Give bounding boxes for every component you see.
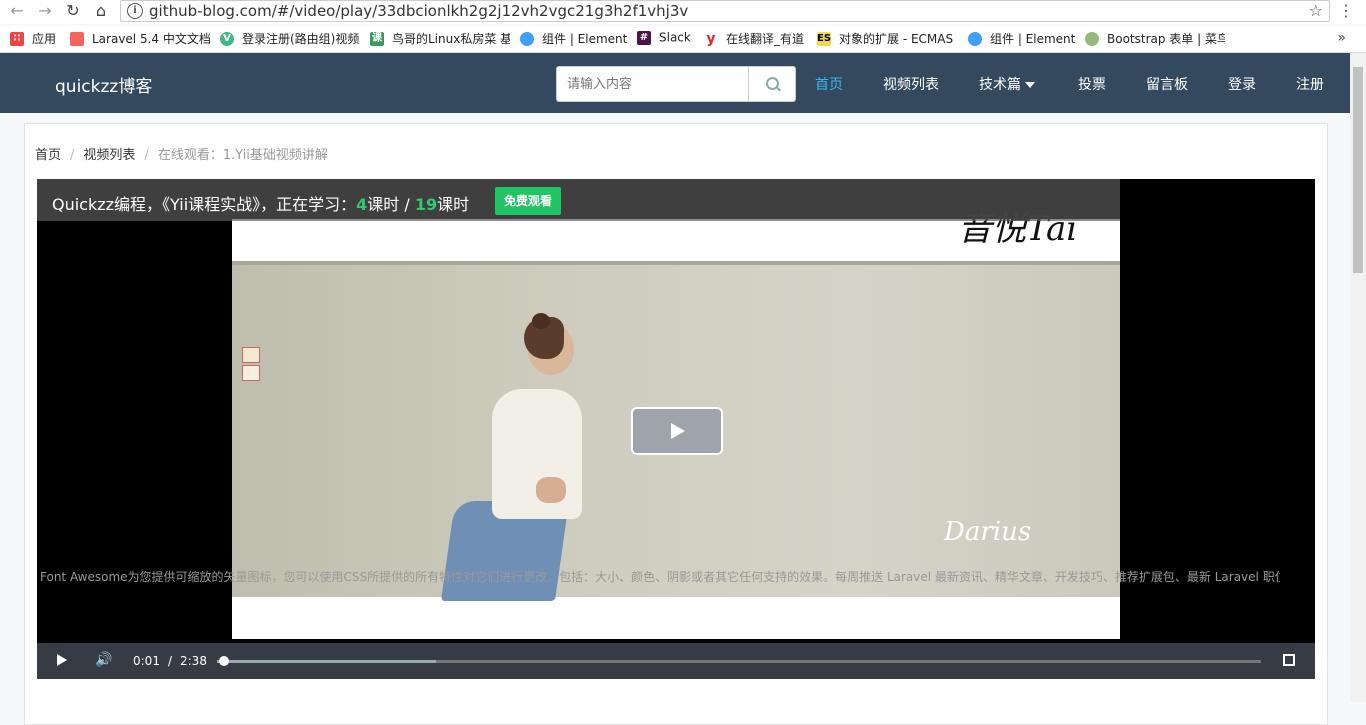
- current-lesson: 4: [356, 195, 368, 214]
- play-icon[interactable]: [57, 654, 67, 666]
- nav-login[interactable]: 登录: [1228, 74, 1256, 94]
- bookmark-label: 鸟哥的Linux私房菜 基: [392, 32, 510, 46]
- course-icon: 课: [370, 31, 384, 46]
- content-panel: 首页 / 视频列表 / 在线观看：1.Yii基础视频讲解 音悦Tai Darius Qu…: [24, 123, 1328, 725]
- total-lessons: 19: [414, 195, 438, 214]
- site-info-icon[interactable]: i: [127, 3, 143, 19]
- bookmark-label: 组件 | Element: [542, 32, 628, 46]
- breadcrumb-current: 在线观看：1.Yii基础视频讲解: [157, 148, 328, 163]
- bookmarks-bar: ∷ 应用 Laravel 5.4 中文文档 V 登录注册(路由组)视频 课鸟哥的Li…: [0, 26, 1366, 53]
- bookmark-label: 对象的扩展 - ECMAS: [839, 32, 954, 46]
- back-arrow-icon[interactable]: ←: [6, 0, 28, 22]
- lesson-unit: 课时 /: [367, 195, 415, 214]
- video-title-prefix: Quickzz编程，《Yii课程实战》，正在学习：: [52, 195, 357, 214]
- bookmark-element[interactable]: 组件 | Element: [520, 30, 630, 48]
- buffer-bar: [217, 660, 437, 663]
- breadcrumb: 首页 / 视频列表 / 在线观看：1.Yii基础视频讲解: [35, 144, 328, 163]
- element-icon: [520, 31, 534, 46]
- time-display: 0:01 / 2:38: [133, 654, 207, 668]
- big-play-button[interactable]: [631, 407, 723, 455]
- nav-register[interactable]: 注册: [1296, 74, 1324, 94]
- figure-body: [492, 389, 582, 519]
- element-icon: [968, 31, 982, 46]
- video-player[interactable]: 音悦Tai Darius Quickzz编程，《Yii课程实战》，正在学习：4课…: [37, 179, 1315, 679]
- browser-toolbar: ← → ↻ ⌂ i github-blog.com/#/video/play/3…: [0, 0, 1366, 24]
- caret-down-icon: [1025, 82, 1035, 88]
- bookmark-vue[interactable]: V 登录注册(路由组)视频: [220, 30, 360, 48]
- bookmark-label: 在线翻译_有道: [726, 32, 805, 46]
- bookmark-star-icon[interactable]: ☆: [1309, 1, 1323, 20]
- site-brand[interactable]: quickzz博客: [55, 72, 152, 97]
- vue-icon: V: [220, 31, 234, 46]
- video-title-bar: Quickzz编程，《Yii课程实战》，正在学习：4课时 / 19课时 免费观看: [37, 179, 1120, 221]
- laravel-icon: [70, 31, 84, 46]
- forward-arrow-icon[interactable]: →: [34, 0, 56, 22]
- nav-tech-label: 技术篇: [979, 77, 1021, 93]
- browser-menu-icon[interactable]: ⋮: [1338, 1, 1354, 20]
- bookmark-label: Bootstrap 表单 | 菜鸟: [1107, 32, 1225, 46]
- site-navbar: quickzz博客 首页 视频列表 技术篇 投票 留言板 登录 注册: [0, 53, 1350, 113]
- bookmark-apps[interactable]: ∷ 应用: [10, 30, 56, 48]
- progress-track[interactable]: [217, 656, 1261, 666]
- home-icon[interactable]: ⌂: [90, 0, 112, 22]
- url-text: github-blog.com/#/video/play/33dbcionlkh…: [149, 2, 689, 20]
- search-icon-handle: [776, 86, 781, 92]
- breadcrumb-separator: /: [70, 148, 75, 163]
- bookmark-slack[interactable]: # Slack: [637, 30, 697, 48]
- wall-sign: [242, 365, 260, 381]
- scrollbar-thumb[interactable]: [1353, 67, 1363, 273]
- breadcrumb-home[interactable]: 首页: [35, 148, 61, 163]
- watermark-bottom: Darius: [944, 517, 1032, 547]
- bookmark-label: Laravel 5.4 中文文档: [92, 32, 210, 46]
- figure-bun: [532, 313, 550, 329]
- fullscreen-icon[interactable]: [1283, 654, 1295, 666]
- bookmark-linux[interactable]: 课鸟哥的Linux私房菜 基: [370, 30, 510, 48]
- video-title: Quickzz编程，《Yii课程实战》，正在学习：4课时 / 19课时: [52, 191, 469, 215]
- bookmark-label: 组件 | Element: [990, 32, 1076, 46]
- breadcrumb-videos[interactable]: 视频列表: [83, 148, 135, 163]
- free-watch-button[interactable]: 免费观看: [495, 187, 562, 215]
- page-description: Font Awesome为您提供可缩放的矢量图标，您可以使用CSS所提供的所有特…: [40, 570, 1280, 584]
- nav-board[interactable]: 留言板: [1146, 74, 1188, 94]
- time-separator: /: [167, 654, 172, 668]
- nav-videos[interactable]: 视频列表: [883, 74, 939, 94]
- slack-icon: #: [637, 30, 651, 45]
- apps-grid-icon: ∷: [10, 31, 24, 46]
- search-input[interactable]: [557, 67, 747, 101]
- es-icon: ES: [817, 31, 832, 46]
- search-box: [556, 66, 796, 102]
- more-bookmarks-icon[interactable]: »: [1337, 30, 1346, 46]
- bookmark-label: 应用: [32, 32, 57, 46]
- search-button[interactable]: [748, 67, 796, 101]
- bookmark-element-2[interactable]: 组件 | Element: [968, 30, 1078, 48]
- bookmark-laravel[interactable]: Laravel 5.4 中文文档: [70, 30, 210, 48]
- nav-tech-dropdown[interactable]: 技术篇: [979, 74, 1035, 94]
- duration: 2:38: [180, 654, 207, 668]
- bookmark-label: Slack: [659, 30, 691, 45]
- volume-icon[interactable]: 🔊: [95, 652, 112, 668]
- page-scrollbar[interactable]: [1350, 53, 1366, 702]
- youdao-icon: y: [704, 31, 718, 46]
- nav-home[interactable]: 首页: [815, 74, 843, 94]
- figure-arm: [536, 477, 566, 503]
- play-icon: [671, 423, 685, 439]
- bookmark-es[interactable]: ES 对象的扩展 - ECMAS: [817, 30, 957, 48]
- address-bar[interactable]: i github-blog.com/#/video/play/33dbcionl…: [120, 0, 1330, 22]
- bookmark-youdao[interactable]: y 在线翻译_有道: [704, 30, 814, 48]
- fullscreen-corner: [1289, 660, 1295, 666]
- runoob-icon: [1085, 31, 1099, 46]
- nav-vote[interactable]: 投票: [1078, 74, 1106, 94]
- progress-handle[interactable]: [219, 656, 230, 666]
- reload-icon[interactable]: ↻: [62, 0, 84, 22]
- wall-sign: [242, 347, 260, 363]
- total-unit: 课时: [437, 195, 470, 214]
- bookmark-bootstrap[interactable]: Bootstrap 表单 | 菜鸟: [1085, 30, 1225, 48]
- video-controls: 🔊 0:01 / 2:38: [37, 643, 1315, 679]
- breadcrumb-separator: /: [144, 148, 149, 163]
- current-time: 0:01: [133, 654, 160, 668]
- bookmark-label: 登录注册(路由组)视频: [242, 32, 360, 46]
- scene-wall-edge: [232, 261, 1120, 265]
